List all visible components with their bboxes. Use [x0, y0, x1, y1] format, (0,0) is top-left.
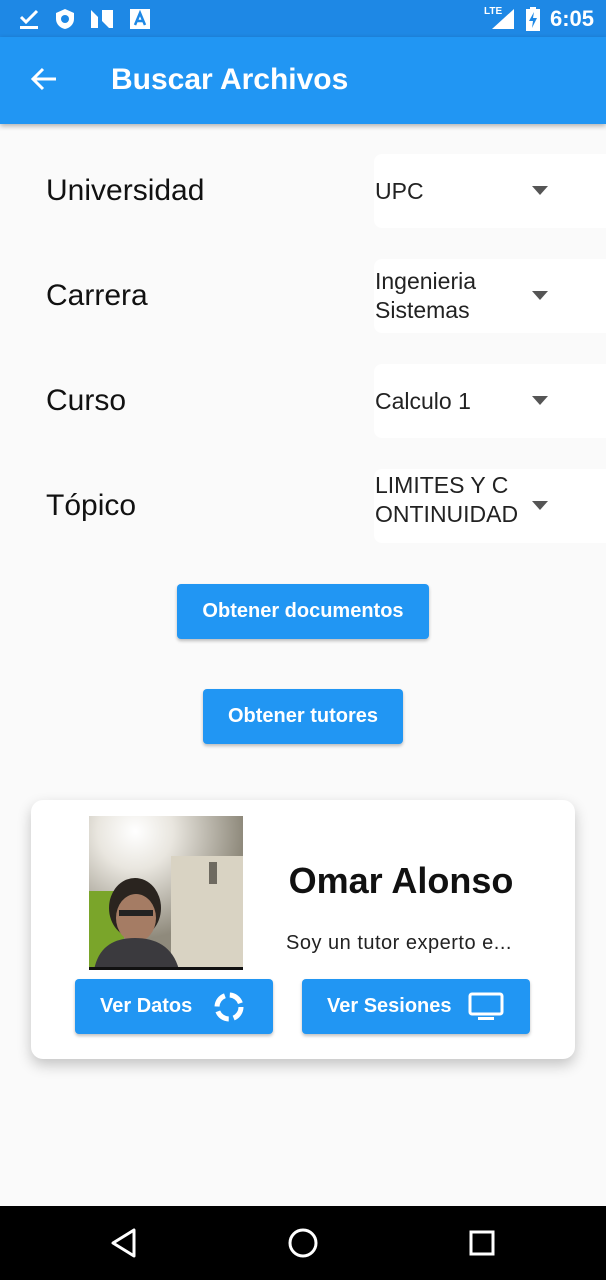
- home-circle-icon[interactable]: [284, 1224, 322, 1262]
- dropdown-arrow-icon: [532, 291, 548, 300]
- tutor-card: Omar Alonso Soy un tutor experto e... Ve…: [31, 800, 575, 1059]
- dropdown-arrow-icon: [532, 396, 548, 405]
- curso-dropdown[interactable]: Calculo 1: [374, 364, 606, 438]
- dropdown-arrow-icon: [532, 186, 548, 195]
- dropdown-arrow-icon: [532, 501, 548, 510]
- app-bar: Buscar Archivos: [0, 37, 606, 124]
- network-label: LTE: [484, 6, 503, 17]
- filter-row-universidad: Universidad UPC: [0, 154, 606, 230]
- get-documents-button[interactable]: Obtener documentos: [177, 584, 429, 639]
- download-done-icon: [17, 8, 41, 30]
- filter-row-curso: Curso Calculo 1: [0, 364, 606, 440]
- clock: 6:05: [549, 6, 594, 31]
- filter-label: Carrera: [46, 279, 148, 312]
- filter-row-topico: Tópico LIMITES Y CONTINUIDAD: [0, 469, 606, 545]
- dropdown-value: Ingenieria Sistemas: [375, 268, 477, 323]
- tutor-description: Soy un tutor experto e...: [286, 932, 512, 954]
- n-app-icon: [89, 8, 115, 30]
- universidad-dropdown[interactable]: UPC: [374, 154, 606, 228]
- arrow-back-icon: [30, 67, 58, 96]
- donut-loading-icon: [212, 990, 246, 1030]
- battery-charging-icon: [525, 7, 541, 31]
- back-button[interactable]: [22, 59, 66, 103]
- system-nav-bar: [0, 1206, 606, 1280]
- topico-dropdown[interactable]: LIMITES Y CONTINUIDAD: [374, 469, 606, 543]
- recents-square-icon[interactable]: [463, 1224, 501, 1262]
- status-bar: LTE 6:05: [0, 0, 606, 37]
- signal-icon: LTE: [484, 6, 516, 30]
- shield-icon: [54, 8, 76, 30]
- tutor-name: Omar Alonso: [288, 860, 514, 901]
- dropdown-value: UPC: [375, 178, 424, 204]
- view-data-button[interactable]: Ver Datos: [75, 979, 273, 1034]
- tutor-avatar: [89, 816, 243, 970]
- filter-row-carrera: Carrera Ingenieria Sistemas: [0, 259, 606, 335]
- monitor-icon: [468, 992, 504, 1028]
- get-tutors-button[interactable]: Obtener tutores: [203, 689, 403, 744]
- page-title: Buscar Archivos: [111, 63, 349, 96]
- dropdown-value: LIMITES Y CONTINUIDAD: [375, 472, 519, 527]
- view-sessions-button[interactable]: Ver Sesiones: [302, 979, 530, 1034]
- filter-label: Curso: [46, 384, 127, 417]
- dropdown-value: Calculo 1: [375, 388, 471, 414]
- back-triangle-icon[interactable]: [105, 1224, 143, 1262]
- filter-label: Universidad: [46, 174, 205, 207]
- filter-label: Tópico: [46, 489, 137, 522]
- view-data-label: Ver Datos: [100, 995, 193, 1017]
- a-app-icon: [129, 8, 151, 30]
- view-sessions-label: Ver Sesiones: [327, 995, 452, 1017]
- carrera-dropdown[interactable]: Ingenieria Sistemas: [374, 259, 606, 333]
